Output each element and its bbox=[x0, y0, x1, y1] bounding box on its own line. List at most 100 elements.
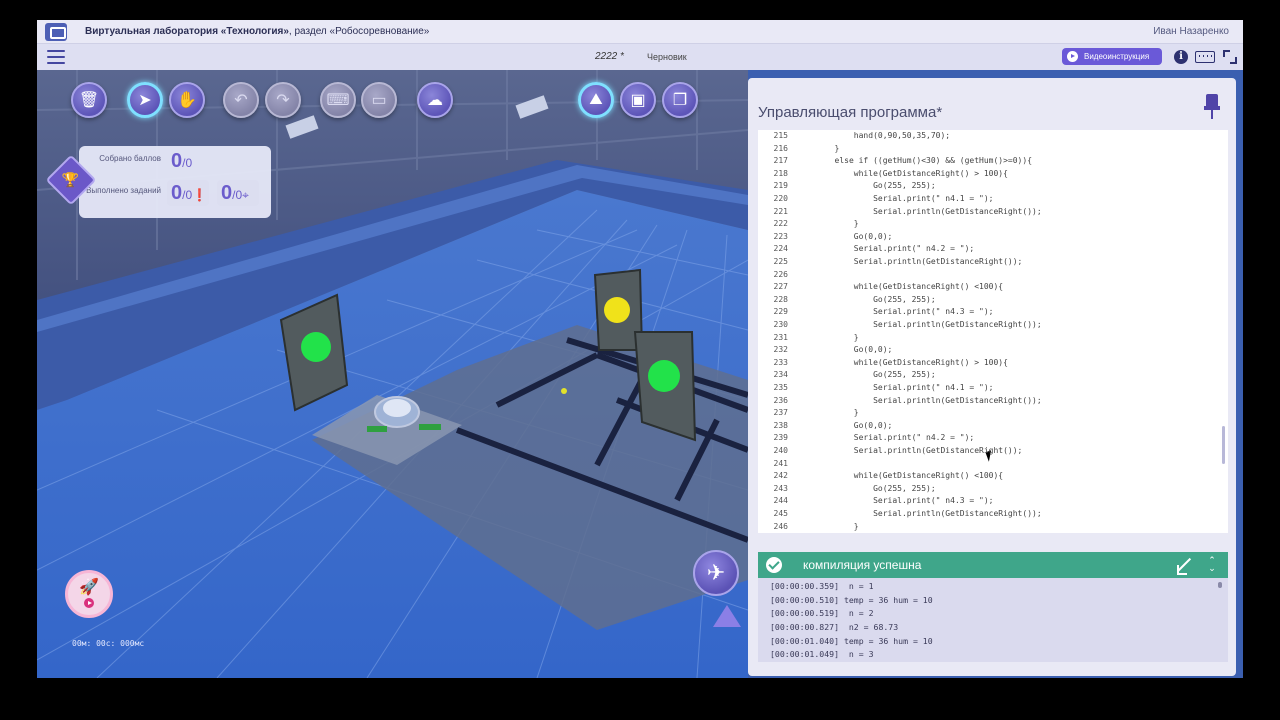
line-number: 237 bbox=[773, 408, 788, 418]
hand-tool-button[interactable]: ✋ bbox=[169, 82, 205, 118]
console-line: [00:00:00.827] n2 = 68.73 bbox=[770, 622, 899, 633]
code-line[interactable]: 242 while(GetDistanceRight() <100){ bbox=[758, 471, 1228, 484]
code-text: Go(255, 255); bbox=[796, 294, 936, 304]
collapse-arrow-icon[interactable] bbox=[1176, 557, 1192, 575]
line-number: 227 bbox=[773, 282, 788, 292]
menu-hamburger-icon[interactable] bbox=[47, 50, 65, 64]
code-line[interactable]: 215 hand(0,90,50,35,70); bbox=[758, 131, 1228, 144]
code-line[interactable]: 226 bbox=[758, 270, 1228, 283]
code-line[interactable]: 232 Go(0,0); bbox=[758, 345, 1228, 358]
line-number: 215 bbox=[773, 131, 788, 140]
upload-program-button[interactable]: ✈ bbox=[693, 550, 739, 596]
video-instruction-button[interactable]: Видеоинструкция bbox=[1062, 48, 1162, 65]
layers-button[interactable]: ❐ bbox=[662, 82, 698, 118]
keyboard-icon[interactable] bbox=[1195, 51, 1215, 63]
fullscreen-icon[interactable] bbox=[1223, 50, 1237, 64]
code-line[interactable]: 239 Serial.print(" n4.2 = "); bbox=[758, 433, 1228, 446]
code-text: } bbox=[796, 521, 859, 531]
code-line[interactable]: 224 Serial.print(" n4.2 = "); bbox=[758, 244, 1228, 257]
paper-plane-icon: ✈ bbox=[706, 560, 726, 585]
code-line[interactable]: 219 Go(255, 255); bbox=[758, 181, 1228, 194]
console-scrollbar[interactable] bbox=[1218, 582, 1222, 588]
code-line[interactable]: 234 Go(255, 255); bbox=[758, 370, 1228, 383]
keyboard-button[interactable]: ▭ bbox=[361, 82, 397, 118]
code-text: while(GetDistanceRight() <100){ bbox=[796, 471, 1004, 481]
code-line[interactable]: 241 bbox=[758, 459, 1228, 472]
info-icon[interactable]: i bbox=[1174, 50, 1188, 64]
line-number: 217 bbox=[773, 156, 788, 166]
cloud-upload-button[interactable]: ☁ bbox=[417, 82, 453, 118]
line-number: 235 bbox=[773, 383, 788, 392]
line-number: 229 bbox=[773, 307, 788, 317]
code-line[interactable]: 245 Serial.println(GetDistanceRight()); bbox=[758, 509, 1228, 522]
code-line[interactable]: 229 Serial.print(" n4.3 = "); bbox=[758, 307, 1228, 320]
code-line[interactable]: 222 } bbox=[758, 219, 1228, 232]
points-value: 0/0 bbox=[171, 150, 193, 172]
code-text: Serial.println(GetDistanceRight()); bbox=[796, 257, 1023, 266]
terrain-view-button[interactable]: ⛰ bbox=[578, 82, 614, 118]
code-line[interactable]: 230 Serial.println(GetDistanceRight()); bbox=[758, 320, 1228, 333]
line-number: 243 bbox=[773, 483, 788, 493]
code-line[interactable]: 237 } bbox=[758, 408, 1228, 421]
code-text: while(GetDistanceRight() > 100){ bbox=[796, 168, 1008, 178]
triangle-expand-icon[interactable] bbox=[713, 605, 741, 627]
run-simulation-button[interactable]: 🚀 bbox=[65, 570, 113, 618]
line-number: 226 bbox=[773, 269, 788, 279]
code-text: Serial.print(" n4.3 = "); bbox=[796, 496, 994, 506]
frame-view-button[interactable]: ▣ bbox=[620, 82, 656, 118]
code-line[interactable]: 216 } bbox=[758, 144, 1228, 157]
code-line[interactable]: 246 } bbox=[758, 522, 1228, 533]
code-line[interactable]: 228 Go(255, 255); bbox=[758, 295, 1228, 308]
code-line[interactable]: 244 Serial.print(" n4.3 = "); bbox=[758, 496, 1228, 509]
user-name[interactable]: Иван Назаренко bbox=[1153, 26, 1229, 37]
line-number: 231 bbox=[773, 332, 788, 342]
redo-button[interactable]: ↷ bbox=[265, 82, 301, 118]
code-line[interactable]: 220 Serial.print(" n4.1 = "); bbox=[758, 194, 1228, 207]
hand-icon: ✋ bbox=[177, 92, 197, 109]
code-line[interactable]: 238 Go(0,0); bbox=[758, 421, 1228, 434]
line-number: 245 bbox=[773, 509, 788, 518]
line-number: 219 bbox=[773, 181, 788, 191]
code-line[interactable]: 221 Serial.println(GetDistanceRight()); bbox=[758, 207, 1228, 220]
check-icon bbox=[766, 557, 782, 573]
code-editor[interactable]: 215 hand(0,90,50,35,70); 216 } 217 else if… bbox=[758, 130, 1228, 533]
code-line[interactable]: 218 while(GetDistanceRight() > 100){ bbox=[758, 169, 1228, 182]
terrain-view-icon: ⛰ bbox=[589, 91, 603, 108]
code-line[interactable]: 236 Serial.println(GetDistanceRight()); bbox=[758, 396, 1228, 409]
simulation-scene[interactable]: 🗑 ➤ ✋ ↶ ↷ ⌨ ▭ ☁ ⛰ ▣ ❐ Собрано баллов 0/0… bbox=[37, 70, 748, 678]
undo-button[interactable]: ↶ bbox=[223, 82, 259, 118]
code-line[interactable]: 235 Serial.print(" n4.1 = "); bbox=[758, 383, 1228, 396]
code-text: Serial.println(GetDistanceRight()); bbox=[796, 446, 1023, 455]
console-line: [00:00:00.510] temp = 36 hum = 10 bbox=[770, 594, 933, 605]
cloud-upload-icon: ☁ bbox=[427, 92, 443, 109]
serial-console[interactable]: [00:00:00.359] n = 1 [00:00:00.510] temp … bbox=[758, 578, 1228, 662]
signal-green-1 bbox=[301, 332, 331, 362]
code-line[interactable]: 227 while(GetDistanceRight() <100){ bbox=[758, 282, 1228, 295]
trash-button[interactable]: 🗑 bbox=[71, 82, 107, 118]
project-name[interactable]: 2222 * bbox=[595, 51, 624, 62]
code-line[interactable]: 231 } bbox=[758, 333, 1228, 346]
console-line: [00:00:00.359] n = 1 bbox=[770, 581, 874, 591]
code-line[interactable]: 233 while(GetDistanceRight() > 100){ bbox=[758, 358, 1228, 371]
pin-icon[interactable] bbox=[1204, 94, 1220, 120]
more-vertical-icon[interactable]: ⌃ ⌄ bbox=[1208, 556, 1216, 574]
code-line[interactable]: 243 Go(255, 255); bbox=[758, 484, 1228, 497]
keyboard-panel-icon: ▭ bbox=[371, 92, 387, 109]
code-line[interactable]: 225 Serial.println(GetDistanceRight()); bbox=[758, 257, 1228, 270]
code-line[interactable]: 240 Serial.println(GetDistanceRight()); bbox=[758, 446, 1228, 459]
code-line[interactable]: 223 Go(0,0); bbox=[758, 232, 1228, 245]
video-instruction-label: Видеоинструкция bbox=[1084, 52, 1150, 61]
line-number: 220 bbox=[773, 194, 788, 203]
checkpoints-value: 0/0⌖ bbox=[221, 182, 249, 204]
code-text: Go(0,0); bbox=[796, 420, 893, 430]
simulation-timer: 00м: 00с: 000мс bbox=[72, 639, 145, 648]
line-number: 225 bbox=[773, 257, 788, 266]
code-text: Serial.println(GetDistanceRight()); bbox=[796, 509, 1042, 518]
code-line[interactable]: 217 else if ((getHum()<30) && (getHum()>… bbox=[758, 156, 1228, 169]
line-number: 228 bbox=[773, 294, 788, 304]
gamepad-button[interactable]: ⌨ bbox=[320, 82, 356, 118]
line-number: 221 bbox=[773, 206, 788, 216]
line-number: 222 bbox=[773, 219, 788, 229]
pointer-tool-button[interactable]: ➤ bbox=[127, 82, 163, 118]
code-text: } bbox=[796, 332, 859, 342]
